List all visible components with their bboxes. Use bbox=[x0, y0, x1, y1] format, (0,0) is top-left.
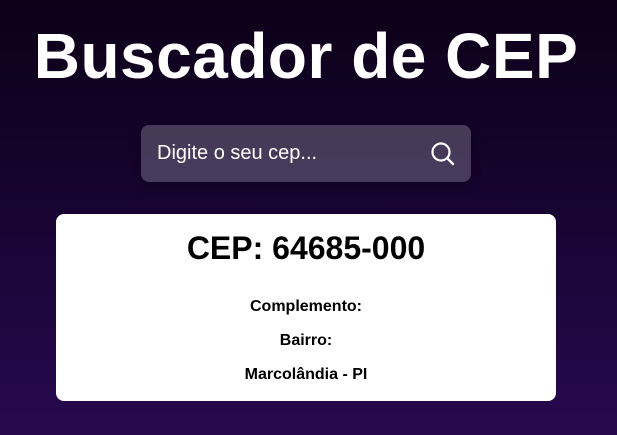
search-button[interactable] bbox=[429, 140, 457, 168]
app-container: Buscador de CEP CEP: 64685-000 Complemen… bbox=[0, 0, 617, 435]
city-state-label: Marcolândia - PI bbox=[244, 366, 368, 383]
complemento-label: Complemento: bbox=[250, 298, 362, 315]
bairro-label: Bairro: bbox=[279, 332, 333, 349]
page-title: Buscador de CEP bbox=[33, 20, 579, 92]
search-box bbox=[141, 125, 471, 182]
search-input[interactable] bbox=[157, 125, 417, 182]
result-card: CEP: 64685-000 Complemento: Bairro: Marc… bbox=[56, 214, 556, 401]
search-icon bbox=[429, 140, 457, 168]
cep-heading: CEP: 64685-000 bbox=[186, 230, 426, 266]
